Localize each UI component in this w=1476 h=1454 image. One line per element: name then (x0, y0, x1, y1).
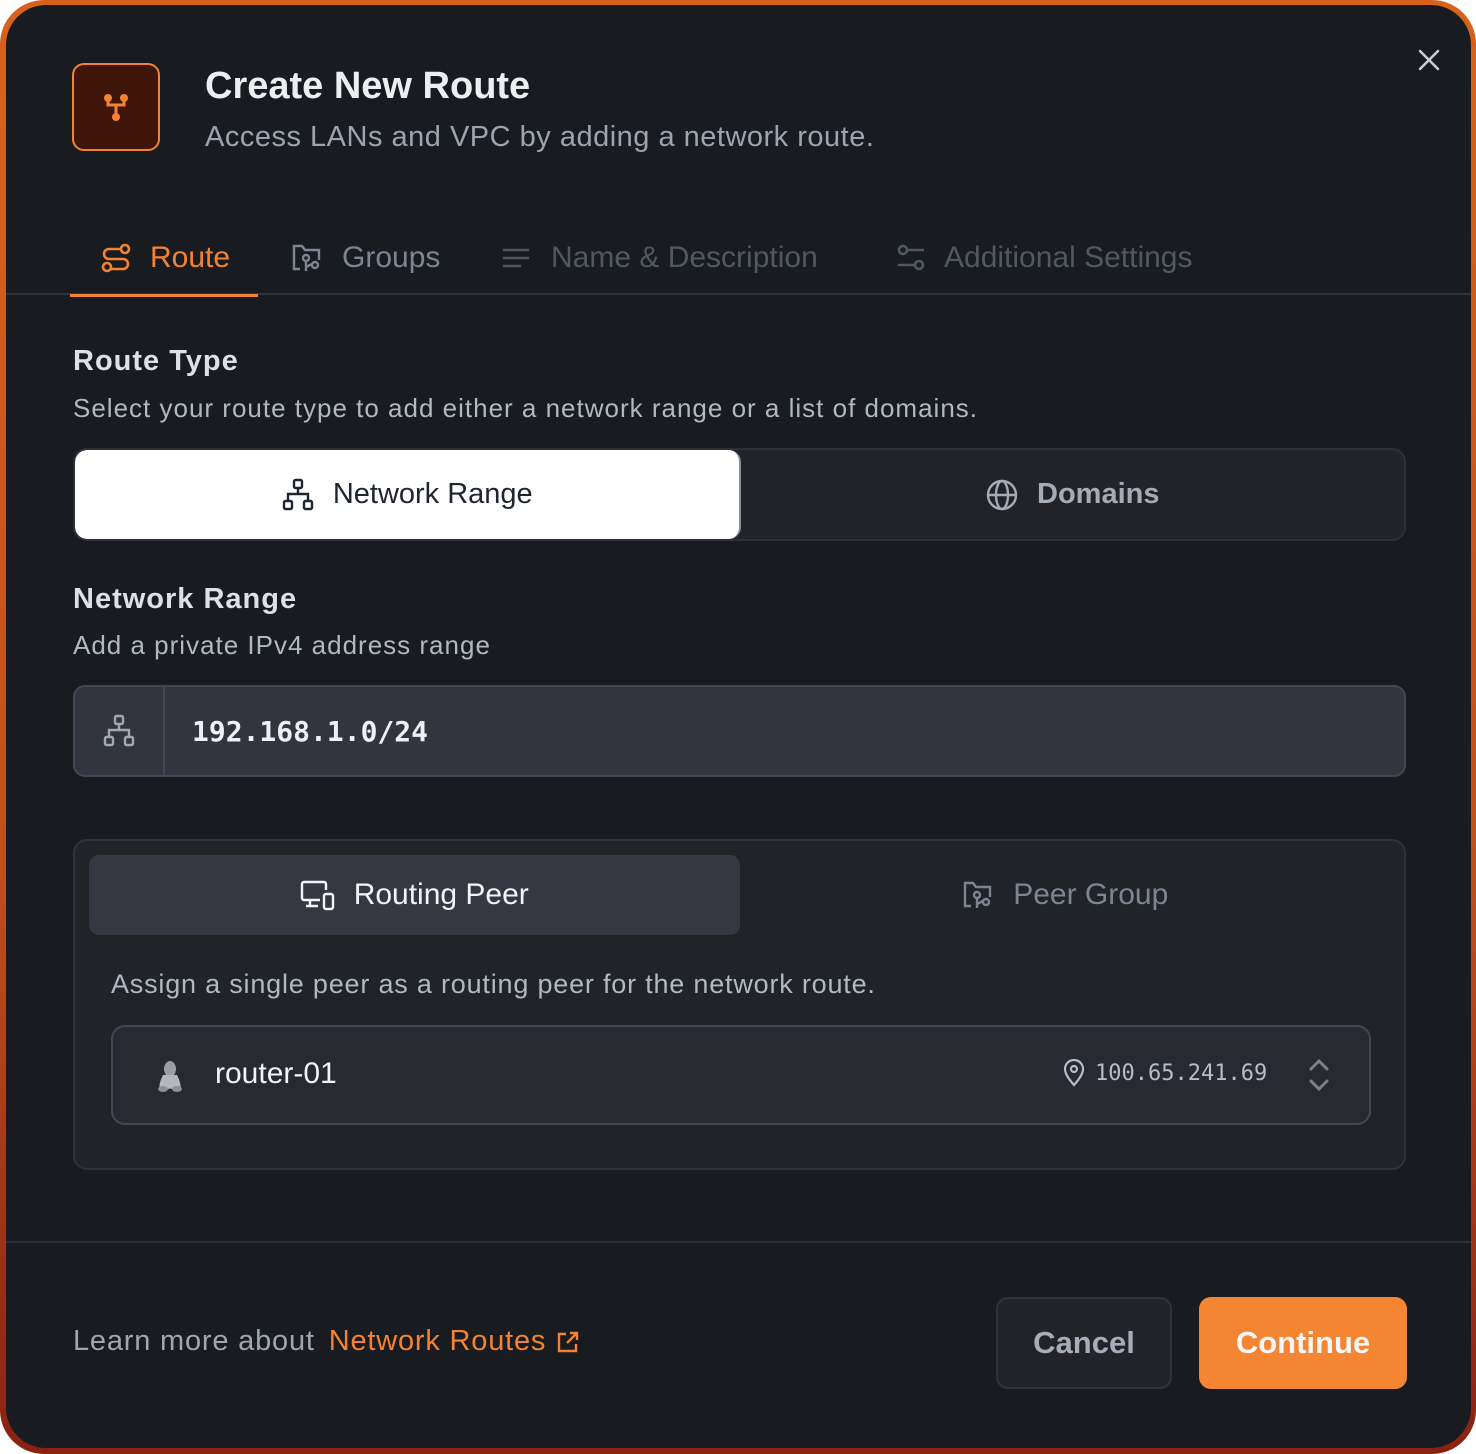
option-label: Domains (1037, 478, 1160, 510)
peer-select-dropdown[interactable]: router-01 100.65.241.69 (111, 1025, 1371, 1125)
peer-name: router-01 (215, 1057, 337, 1090)
route-fork-icon (104, 94, 128, 121)
tab-routing-peer[interactable]: Routing Peer (89, 855, 740, 935)
tab-additional-settings[interactable]: Additional Settings (896, 220, 1193, 295)
route-type-description: Select your route type to add either a n… (73, 393, 979, 423)
network-icon (282, 478, 314, 510)
footer-divider (6, 1241, 1471, 1243)
tab-route[interactable]: Route (69, 220, 259, 297)
network-range-description: Add a private IPv4 address range (73, 630, 491, 660)
route-type-selector: Network Range Domains (73, 448, 1406, 541)
option-network-range[interactable]: Network Range (75, 450, 741, 539)
route-type-label: Route Type (73, 345, 239, 377)
linux-tux-icon (158, 1061, 182, 1092)
tab-label: Groups (342, 240, 441, 274)
close-button[interactable] (1414, 45, 1444, 75)
text-lines-icon (503, 248, 529, 267)
network-range-input[interactable]: 192.168.1.0/24 (73, 685, 1406, 777)
option-label: Network Range (332, 478, 533, 510)
tab-label: Additional Settings (944, 240, 1193, 274)
routing-peer-panel: Routing Peer Peer Group Assign a single … (73, 839, 1406, 1170)
peer-description: Assign a single peer as a routing peer f… (111, 969, 876, 999)
chevron-up-down-icon (1309, 1058, 1329, 1092)
link-label: Network Routes (328, 1325, 547, 1357)
close-icon (1418, 49, 1440, 71)
tab-label: Routing Peer (353, 878, 529, 911)
route-icon (101, 243, 131, 272)
learn-more: Learn more about Network Routes (73, 1325, 580, 1358)
input-prefix (75, 687, 165, 775)
folder-group-icon (964, 881, 992, 908)
continue-button[interactable]: Continue (1199, 1297, 1407, 1389)
header-icon-box (72, 63, 160, 151)
dialog-title: Create New Route (205, 65, 531, 107)
tab-label: Route (150, 240, 231, 274)
peer-ip-group: 100.65.241.69 (1061, 1059, 1267, 1087)
map-pin-icon (1063, 1059, 1085, 1087)
tab-peer-group[interactable]: Peer Group (740, 855, 1391, 935)
globe-icon (986, 479, 1018, 510)
peer-ip: 100.65.241.69 (1095, 1060, 1268, 1086)
learn-more-prefix: Learn more about (73, 1325, 315, 1357)
peer-mode-tabs: Routing Peer Peer Group (89, 855, 1390, 935)
dialog-frame: Create New Route Access LANs and VPC by … (0, 0, 1476, 1454)
step-tabs: Route Groups Name & Description Addition… (6, 220, 1471, 297)
network-range-label: Network Range (73, 583, 298, 615)
tab-label: Name & Description (551, 240, 818, 274)
folder-group-icon (292, 244, 321, 271)
tab-name-description[interactable]: Name & Description (501, 220, 818, 295)
cancel-button[interactable]: Cancel (996, 1297, 1172, 1389)
network-routes-link[interactable]: Network Routes (329, 1325, 581, 1358)
dialog-subtitle: Access LANs and VPC by adding a network … (205, 121, 875, 153)
tab-groups[interactable]: Groups (290, 220, 440, 295)
create-route-dialog: Create New Route Access LANs and VPC by … (6, 5, 1471, 1448)
network-range-value[interactable]: 192.168.1.0/24 (165, 687, 1404, 775)
option-domains[interactable]: Domains (741, 450, 1405, 539)
settings-sliders-icon (897, 244, 925, 270)
tab-label: Peer Group (1013, 878, 1169, 911)
devices-icon (300, 880, 334, 911)
network-icon (103, 714, 135, 747)
external-link-icon (558, 1331, 579, 1352)
